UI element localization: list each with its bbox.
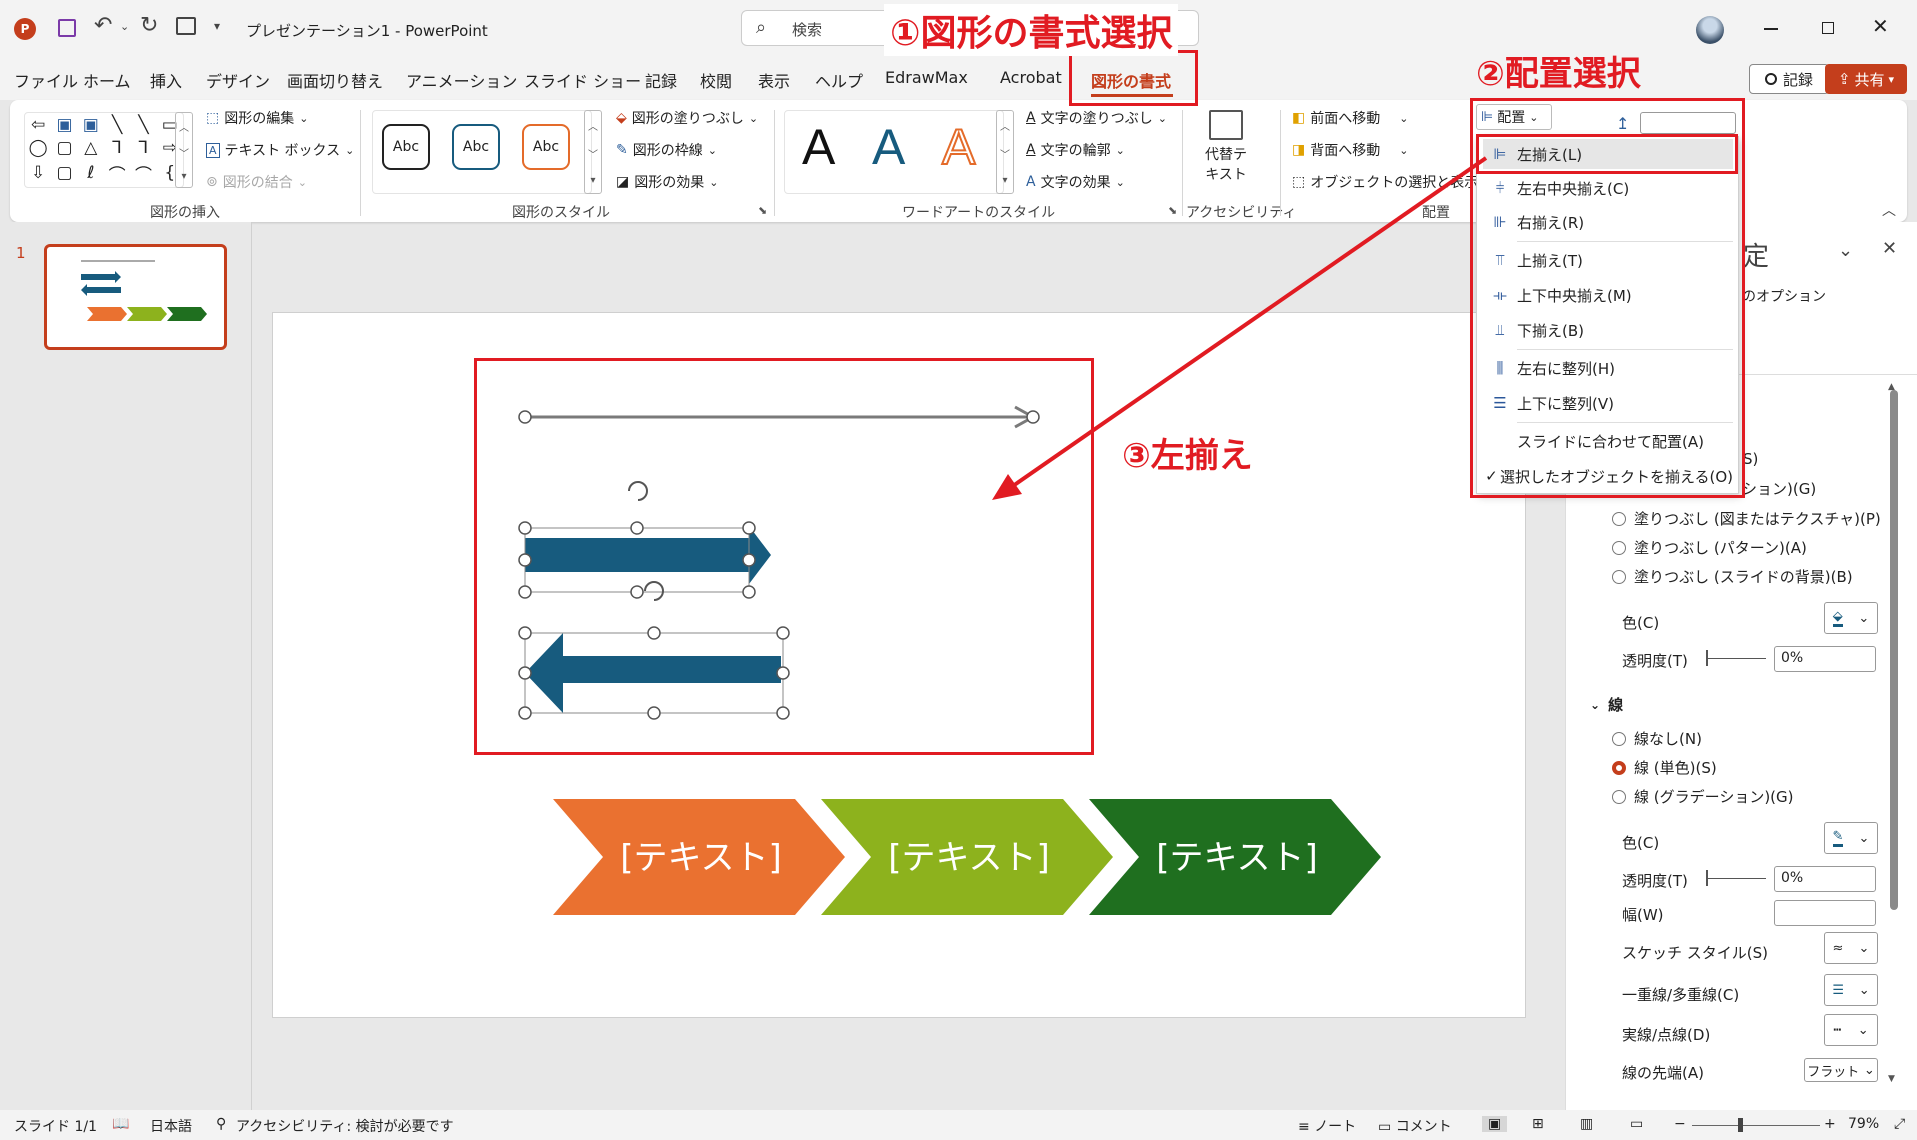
- zoom-slider[interactable]: [1692, 1125, 1820, 1126]
- notes-button[interactable]: ≡ ノート: [1298, 1116, 1356, 1136]
- notes-icon: ≡: [1298, 1119, 1310, 1135]
- annotation-arrow: [992, 156, 1488, 500]
- normal-view-icon[interactable]: ▣: [1482, 1116, 1508, 1132]
- comments-button[interactable]: ▭ コメント: [1378, 1116, 1452, 1136]
- zoom-level[interactable]: 79%: [1848, 1116, 1879, 1132]
- slideshow-view-icon[interactable]: ▭: [1630, 1116, 1643, 1132]
- notes-label: ノート: [1314, 1119, 1357, 1135]
- slide-count: スライド 1/1: [14, 1119, 97, 1135]
- accessibility-icon[interactable]: ⚲: [216, 1116, 226, 1132]
- comment-icon: ▭: [1378, 1119, 1392, 1135]
- spellcheck-icon[interactable]: 📖: [112, 1116, 129, 1132]
- comments-label: コメント: [1395, 1119, 1452, 1135]
- zoom-slider-thumb[interactable]: [1738, 1118, 1743, 1132]
- language-indicator[interactable]: 日本語: [150, 1116, 192, 1136]
- zoom-out-icon[interactable]: −: [1674, 1116, 1686, 1132]
- slide-sorter-icon[interactable]: ⊞: [1532, 1116, 1544, 1132]
- reading-view-icon[interactable]: ▥: [1580, 1116, 1593, 1132]
- zoom-in-icon[interactable]: +: [1824, 1116, 1836, 1132]
- accessibility-status[interactable]: アクセシビリティ: 検討が必要です: [236, 1116, 454, 1136]
- status-bar: スライド 1/1 📖 日本語 ⚲ アクセシビリティ: 検討が必要です ≡ ノート…: [0, 1110, 1917, 1140]
- fit-slide-icon[interactable]: ⤢: [1894, 1116, 1905, 1132]
